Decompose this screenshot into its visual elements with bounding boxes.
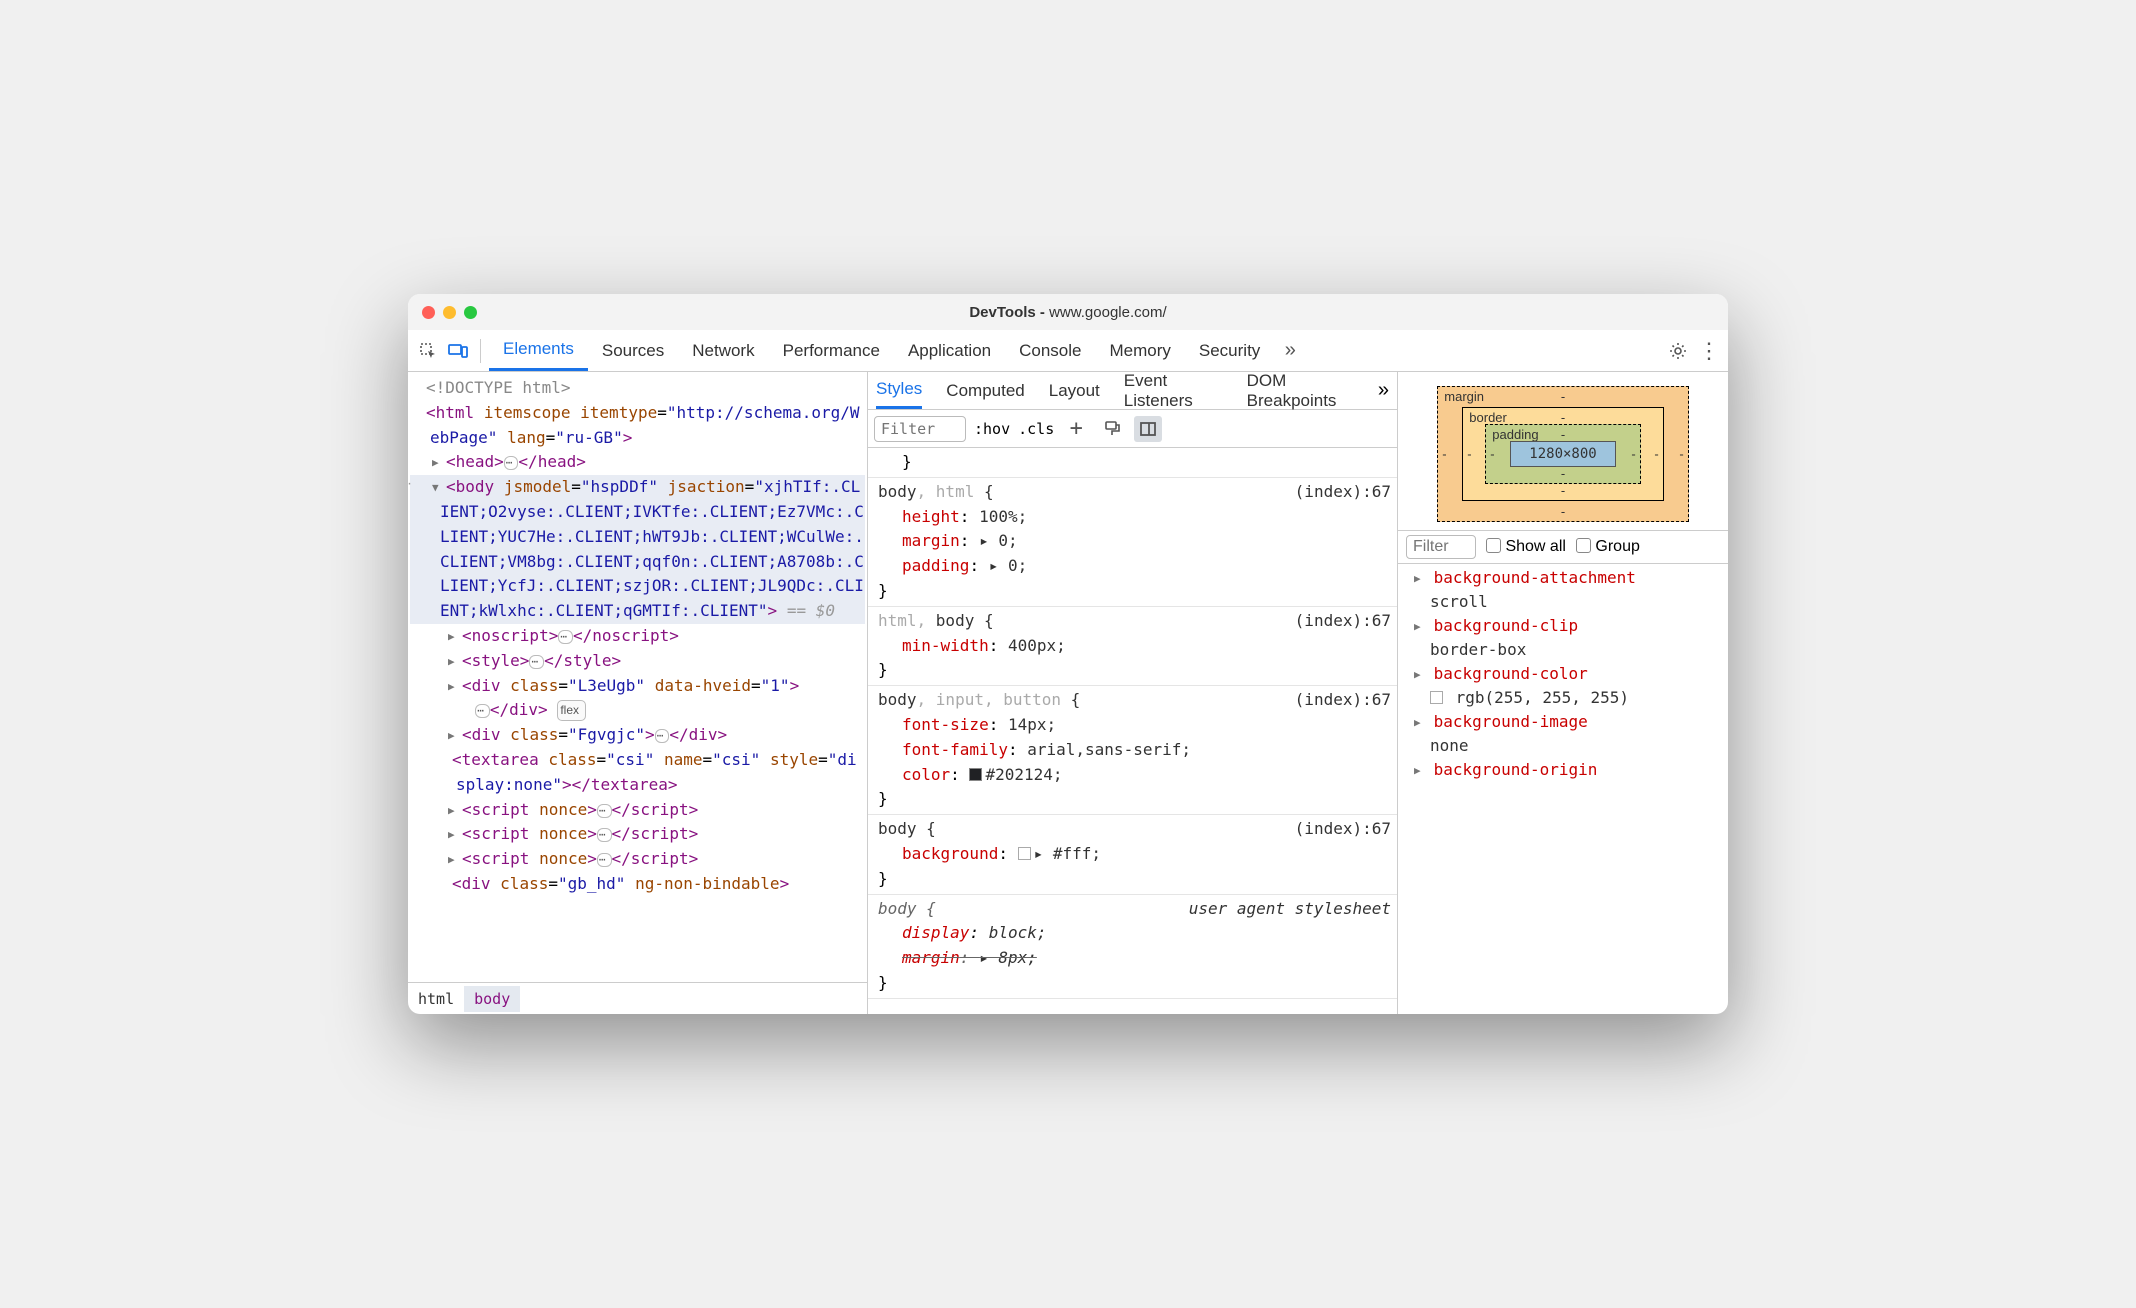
crumb-html[interactable]: html [408,986,464,1012]
tab-network[interactable]: Network [678,330,768,371]
styles-filterbar: :hov .cls + [868,410,1397,448]
main-tabbar: ElementsSourcesNetworkPerformanceApplica… [408,330,1728,372]
breadcrumb: html body [408,982,867,1014]
subtab-dom-breakpoints[interactable]: DOM Breakpoints [1247,372,1360,409]
tab-security[interactable]: Security [1185,330,1274,371]
paint-icon[interactable] [1098,416,1126,442]
tab-application[interactable]: Application [894,330,1005,371]
dom-node-style[interactable]: ▶<style>⋯</style> [410,649,865,674]
tab-memory[interactable]: Memory [1095,330,1184,371]
zoom-icon[interactable] [464,306,477,319]
crumb-body[interactable]: body [464,986,520,1012]
tab-performance[interactable]: Performance [769,330,894,371]
window-title: DevTools - www.google.com/ [969,304,1166,321]
subtab-layout[interactable]: Layout [1049,372,1100,409]
html-tag[interactable]: <html itemscope itemtype="http://schema.… [410,401,865,451]
dom-node-script[interactable]: ▶<script nonce>⋯</script> [410,822,865,847]
settings-icon[interactable] [1664,337,1692,365]
traffic-lights [422,306,477,319]
computed-sidebar-icon[interactable] [1134,416,1162,442]
doctype[interactable]: <!DOCTYPE html> [410,376,865,401]
dom-node-noscript[interactable]: ▶<noscript>⋯</noscript> [410,624,865,649]
computed-filter-input[interactable] [1406,535,1476,559]
dom-node-div[interactable]: ▶<div class="L3eUgb" data-hveid="1"> ⋯</… [410,674,865,724]
minimize-icon[interactable] [443,306,456,319]
css-rule[interactable]: body, html {(index):67height: 100%;margi… [868,478,1397,607]
computed-prop[interactable]: ▶ background-clipborder-box [1398,614,1728,662]
device-toggle-icon[interactable] [444,337,472,365]
dom-tree[interactable]: <!DOCTYPE html> <html itemscope itemtype… [408,372,867,982]
tab-console[interactable]: Console [1005,330,1095,371]
styles-subtabs: Styles Computed Layout Event Listeners DOM B… [868,372,1397,410]
dom-node-script[interactable]: ▶<script nonce>⋯</script> [410,847,865,872]
css-rule[interactable]: body, input, button {(index):67font-size… [868,686,1397,815]
computed-prop[interactable]: ▶ background-attachmentscroll [1398,566,1728,614]
more-subtabs-icon[interactable]: » [1378,379,1389,402]
border-label: border [1469,410,1507,425]
elements-panel: <!DOCTYPE html> <html itemscope itemtype… [408,372,868,1014]
computed-prop[interactable]: ▶ background-origin [1398,758,1728,806]
head-node[interactable]: ▶<head>⋯</head> [410,450,865,475]
computed-filterbar: Show all Group [1398,530,1728,564]
dom-node-script[interactable]: ▶<script nonce>⋯</script> [410,798,865,823]
show-all-checkbox[interactable]: Show all [1486,538,1566,556]
css-rule[interactable]: body {(index):67background: ▸ #fff;} [868,815,1397,894]
margin-label: margin [1444,389,1484,404]
inspect-icon[interactable] [414,337,442,365]
tab-sources[interactable]: Sources [588,330,678,371]
subtab-styles[interactable]: Styles [876,372,922,409]
close-icon[interactable] [422,306,435,319]
dom-node-textarea[interactable]: <textarea class="csi" name="csi" style="… [410,748,865,798]
cls-button[interactable]: .cls [1018,420,1054,438]
divider [480,339,481,363]
devtools-window: DevTools - www.google.com/ ElementsSourc… [408,294,1728,1014]
kebab-icon[interactable]: ⋮ [1694,337,1722,365]
dom-node-div[interactable]: ▶<div class="Fgvgjc">⋯</div> [410,723,865,748]
tab-elements[interactable]: Elements [489,330,588,371]
computed-list[interactable]: ▶ background-attachmentscroll▶ backgroun… [1398,564,1728,1014]
styles-panel: Styles Computed Layout Event Listeners DOM B… [868,372,1398,1014]
computed-panel: margin ---- border ---- padding ---- 128… [1398,372,1728,1014]
group-checkbox[interactable]: Group [1576,538,1640,556]
subtab-event-listeners[interactable]: Event Listeners [1124,372,1223,409]
padding-label: padding [1492,427,1538,442]
more-tabs-icon[interactable]: » [1276,337,1304,365]
body-node[interactable]: ⋯▼<body jsmodel="hspDDf" jsaction="xjhTI… [410,475,865,624]
dom-node-div[interactable]: <div class="gb_hd" ng-non-bindable> [410,872,865,897]
content-size: 1280×800 [1510,441,1615,467]
styles-filter-input[interactable] [874,416,966,442]
titlebar: DevTools - www.google.com/ [408,294,1728,330]
computed-prop[interactable]: ▶ background-color rgb(255, 255, 255) [1398,662,1728,710]
css-rule[interactable]: html, body {(index):67min-width: 400px;} [868,607,1397,686]
hov-button[interactable]: :hov [974,420,1010,438]
new-rule-icon[interactable]: + [1062,416,1090,442]
main-content: <!DOCTYPE html> <html itemscope itemtype… [408,372,1728,1014]
box-model[interactable]: margin ---- border ---- padding ---- 128… [1398,372,1728,530]
css-rule[interactable]: body {user agent stylesheetdisplay: bloc… [868,895,1397,999]
subtab-computed[interactable]: Computed [946,372,1024,409]
computed-prop[interactable]: ▶ background-imagenone [1398,710,1728,758]
styles-rules[interactable]: } body, html {(index):67height: 100%;mar… [868,448,1397,1014]
